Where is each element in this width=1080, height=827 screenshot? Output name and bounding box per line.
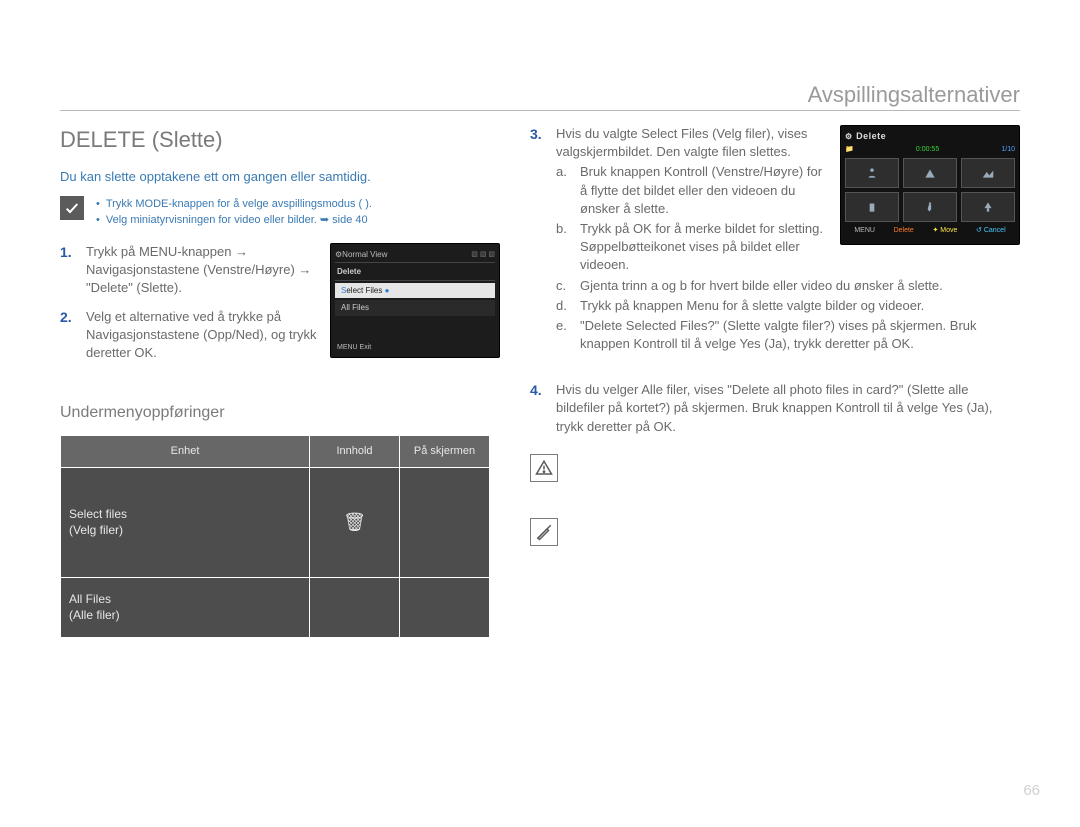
steps-1-2-with-screen: 1. Trykk på MENU-knappen → Navigasjonsta…: [60, 243, 500, 372]
step-1: 1. Trykk på MENU-knappen → Navigasjonsta…: [60, 243, 320, 298]
device-move-label: ✦ Move: [932, 226, 957, 236]
substep-text: Bruk knappen Kontroll (Venstre/Høyre) fo…: [580, 163, 830, 218]
thumbnail: [903, 192, 957, 222]
device-delete-label: Delete: [894, 226, 914, 236]
trash-icon: 🗑: [343, 512, 366, 532]
table-header-unit: Enhet: [61, 435, 310, 467]
row-sublabel: (Alle filer): [69, 607, 301, 624]
step-number: 4.: [530, 381, 548, 436]
note-bullets: •Trykk MODE-knappen for å velge avspilli…: [94, 196, 372, 229]
substep-letter: e.: [556, 317, 574, 353]
device-menu-label: MENU: [854, 226, 875, 236]
screen-menu-delete: Delete: [335, 262, 495, 281]
device-screen-title: Delete: [856, 130, 886, 143]
gear-icon: ⚙: [335, 249, 342, 260]
device-cancel-label: ↺ Cancel: [976, 226, 1006, 236]
step-4: 4. Hvis du velger Alle filer, vises "Del…: [530, 381, 1020, 436]
page-number: 66: [1023, 780, 1040, 801]
step-text: Velg et alternative ved å trykke på Navi…: [86, 308, 320, 363]
substep-letter: b.: [556, 220, 574, 275]
step-text: Hvis du velger Alle filer, vises "Delete…: [556, 381, 1020, 436]
substep-letter: a.: [556, 163, 574, 218]
check-icon: [60, 196, 84, 220]
section-title: DELETE (Slette): [60, 125, 500, 156]
two-column-layout: DELETE (Slette) Du kan slette opptakene …: [60, 125, 1020, 638]
note-bullet-1: Trykk MODE-knappen for å velge avspillin…: [106, 196, 372, 213]
step-text: Trykk på MENU-knappen → Navigasjonstaste…: [86, 243, 320, 298]
thumbnail: [903, 158, 957, 188]
device-count: 1/10: [1001, 145, 1015, 155]
substep-letter: d.: [556, 297, 574, 315]
folder-icon: 📁: [845, 145, 854, 155]
screen-bottom-label: MENU Exit: [337, 343, 371, 353]
note-block: •Trykk MODE-knappen for å velge avspilli…: [60, 196, 500, 229]
step-number: 3.: [530, 125, 548, 353]
row-label: All Files: [69, 591, 301, 608]
table-row: Select files (Velg filer) 🗑: [61, 467, 490, 577]
camera-menu-screen: ⚙ Normal View ▧ ▧ ▧ Delete SSelect Files…: [330, 243, 500, 358]
page: Avspillingsalternativer DELETE (Slette) …: [0, 0, 1080, 827]
thumbnail: [845, 158, 899, 188]
header-title: Avspillingsalternativer: [808, 80, 1020, 111]
row-label: Select files: [69, 506, 301, 523]
screen-row-all-files: All Files: [335, 300, 495, 315]
submenu-title: Undermenyoppføringer: [60, 402, 500, 424]
table-header-content: Innhold: [310, 435, 400, 467]
no-edit-icon: [530, 518, 558, 546]
device-time: 0:00:55: [916, 145, 939, 155]
warning-icon: [530, 454, 558, 482]
substep-letter: c.: [556, 277, 574, 295]
step-number: 1.: [60, 243, 78, 298]
table-header-onscreen: På skjermen: [400, 435, 490, 467]
thumbnail: [845, 192, 899, 222]
step-2: 2. Velg et alternative ved å trykke på N…: [60, 308, 320, 363]
note-bullet-2: Velg miniatyrvisningen for video eller b…: [106, 212, 368, 229]
gear-icon: ⚙: [845, 131, 852, 142]
table-row: All Files (Alle filer): [61, 577, 490, 637]
thumbnail-grid: [845, 158, 1015, 222]
screen-row-select-files: SSelect Fileselect Files ●: [335, 283, 495, 298]
header-divider: [60, 110, 1020, 111]
step-number: 2.: [60, 308, 78, 363]
substep-text: Trykk på OK for å merke bildet for slett…: [580, 220, 830, 275]
left-column: DELETE (Slette) Du kan slette opptakene …: [60, 125, 500, 638]
substep-text: Gjenta trinn a og b for hvert bilde elle…: [580, 277, 943, 295]
row-sublabel: (Velg filer): [69, 522, 301, 539]
substep-text: Trykk på knappen Menu for å slette valgt…: [580, 297, 924, 315]
camera-delete-screen: ⚙ Delete 📁 0:00:55 1/10: [840, 125, 1020, 245]
intro-text: Du kan slette opptakene ett om gangen el…: [60, 168, 500, 186]
screen-mode-label: Normal View: [342, 249, 387, 260]
thumbnail: [961, 158, 1015, 188]
submenu-table: Enhet Innhold På skjermen Select files (…: [60, 435, 490, 638]
thumbnail: [961, 192, 1015, 222]
right-column: 3. ⚙ Delete 📁 0:00:55 1/10: [530, 125, 1020, 638]
step-3: 3. ⚙ Delete 📁 0:00:55 1/10: [530, 125, 1020, 353]
substep-text: "Delete Selected Files?" (Slette valgte …: [580, 317, 1020, 353]
